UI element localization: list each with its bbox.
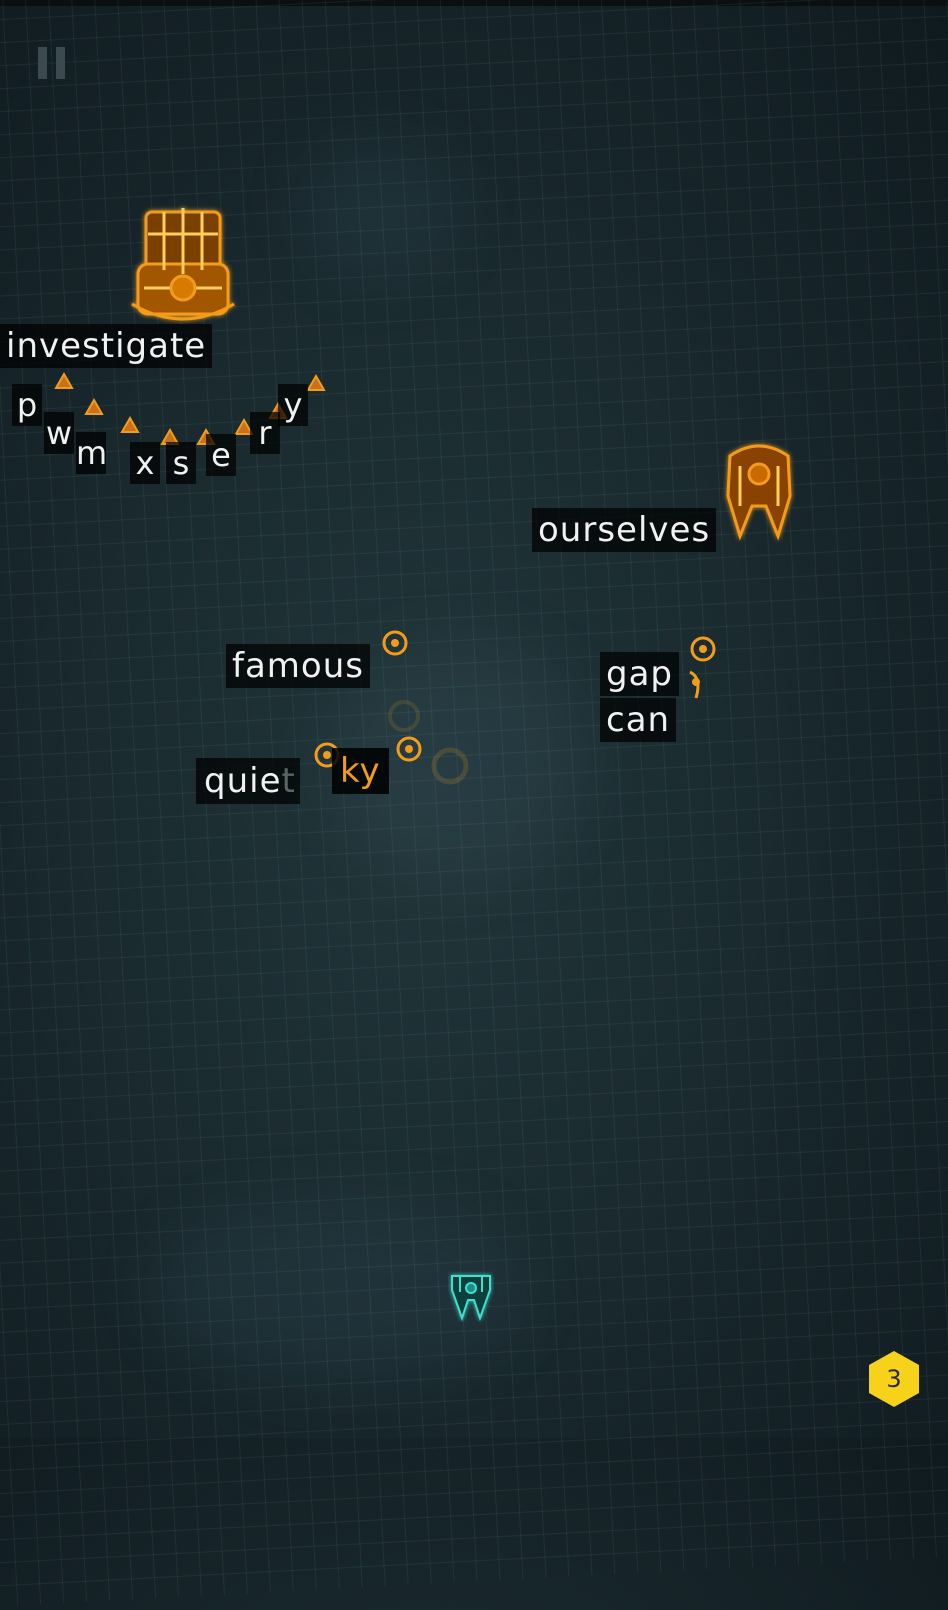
chain-letter: s	[166, 442, 196, 484]
chain-letter: p	[12, 384, 42, 426]
player-ship-icon	[451, 1275, 491, 1322]
mine-icon	[689, 670, 700, 699]
enemy-word-label: gap	[600, 652, 679, 696]
boss-ship-icon	[131, 208, 235, 321]
mine-trail-icon	[388, 700, 420, 732]
enemy-word-label: ourselves	[532, 508, 717, 552]
targeted-word-untyped: quie	[196, 758, 282, 804]
mine-icon	[382, 630, 408, 656]
targeted-word-faded: t	[281, 758, 300, 804]
mine-icon	[396, 736, 422, 762]
enemy-ship-icon	[726, 444, 792, 541]
enemy-word-label: can	[600, 698, 677, 742]
chain-letter: x	[130, 442, 160, 484]
level-badge: 3	[886, 1365, 902, 1393]
chain-letter: e	[206, 434, 236, 476]
pause-icon-bar	[56, 47, 65, 79]
pause-button[interactable]	[38, 47, 66, 79]
chain-letter: m	[76, 432, 108, 474]
chain-letter: w	[44, 412, 74, 454]
nebula-cloud	[300, 140, 460, 280]
mine-trail-icon	[431, 747, 469, 785]
chain-letter: y	[278, 384, 308, 426]
enemy-word-label: investigate	[0, 324, 213, 368]
enemy-word-label: famous	[226, 644, 370, 688]
chain-letter: r	[250, 412, 280, 454]
mine-icon	[690, 636, 716, 662]
pause-icon	[38, 47, 47, 79]
targeted-word: quiet	[196, 758, 300, 804]
typed-text-box: ky	[332, 748, 389, 794]
